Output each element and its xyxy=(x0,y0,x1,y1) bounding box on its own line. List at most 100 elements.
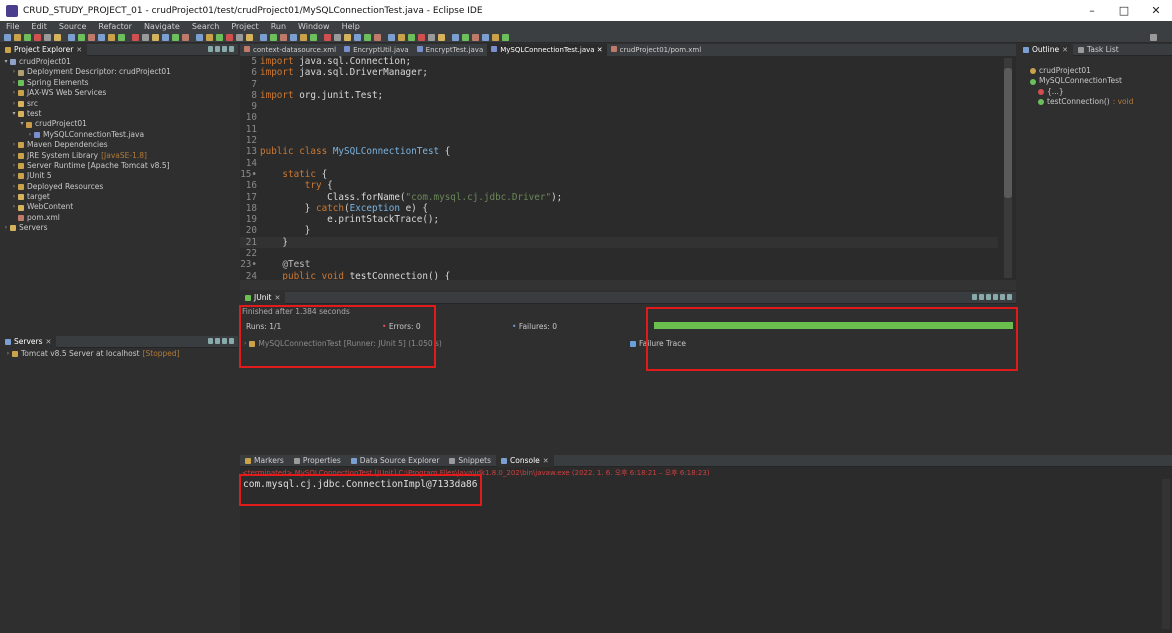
chevron-icon[interactable]: ▾ xyxy=(10,109,18,119)
view-menu-icon[interactable] xyxy=(1007,294,1012,300)
toolbar-button-icon[interactable] xyxy=(438,34,445,41)
menu-refactor[interactable]: Refactor xyxy=(98,22,132,31)
toolbar-button-icon[interactable] xyxy=(216,34,223,41)
tree-item[interactable]: › Maven Dependencies xyxy=(0,140,238,150)
toolbar-button-icon[interactable] xyxy=(364,34,371,41)
outline-item[interactable]: testConnection(): void xyxy=(1018,97,1172,107)
perspective-icon[interactable] xyxy=(1150,34,1157,41)
chevron-icon[interactable]: › xyxy=(2,223,10,233)
code-line[interactable]: 16 try { xyxy=(240,180,998,191)
editor-tab[interactable]: crudProject01/pom.xml xyxy=(607,44,706,56)
toolbar-button-icon[interactable] xyxy=(68,34,75,41)
toolbar-button-icon[interactable] xyxy=(260,34,267,41)
toolbar-button-icon[interactable] xyxy=(172,34,179,41)
chevron-icon[interactable]: ▾ xyxy=(2,57,10,67)
close-icon[interactable]: ✕ xyxy=(595,46,603,54)
tab-servers[interactable]: Servers ✕ xyxy=(0,335,57,348)
code-line[interactable]: 20 } xyxy=(240,225,998,236)
chevron-icon[interactable]: › xyxy=(10,151,18,161)
outline-item[interactable]: {...} xyxy=(1018,87,1172,97)
tab-junit[interactable]: JUnit ✕ xyxy=(240,291,286,304)
tab-outline[interactable]: Outline ✕ xyxy=(1018,43,1074,56)
tree-item[interactable]: › MySQLConnectionTest.java xyxy=(0,130,238,140)
code-line[interactable]: 13 public class MySQLConnectionTest { xyxy=(240,146,998,157)
menu-file[interactable]: File xyxy=(6,22,19,31)
editor-tab[interactable]: EncryptUtil.java xyxy=(340,44,413,56)
code-line[interactable]: 24 public void testConnection() { xyxy=(240,271,998,280)
chevron-right-icon[interactable]: › xyxy=(4,349,12,359)
code-line[interactable]: 14 xyxy=(240,158,998,169)
chevron-icon[interactable]: › xyxy=(10,140,18,150)
close-icon[interactable]: ✕ xyxy=(543,457,549,465)
code-line[interactable]: 23• @Test xyxy=(240,259,998,270)
toolbar-button-icon[interactable] xyxy=(398,34,405,41)
close-icon[interactable]: ✕ xyxy=(1062,46,1068,54)
toolbar-button-icon[interactable] xyxy=(162,34,169,41)
toolbar-button-icon[interactable] xyxy=(236,34,243,41)
tree-item[interactable]: › Deployed Resources xyxy=(0,182,238,192)
toolbar-button-icon[interactable] xyxy=(246,34,253,41)
toolbar-button-icon[interactable] xyxy=(108,34,115,41)
code-line[interactable]: 15• static { xyxy=(240,169,998,180)
menu-navigate[interactable]: Navigate xyxy=(144,22,180,31)
maximize-button[interactable]: □ xyxy=(1108,0,1140,21)
code-line[interactable]: 6 import java.sql.DriverManager; xyxy=(240,67,998,78)
code-line[interactable]: 7 xyxy=(240,79,998,90)
menu-run[interactable]: Run xyxy=(271,22,286,31)
tree-item[interactable]: › target xyxy=(0,192,238,202)
toolbar-button-icon[interactable] xyxy=(492,34,499,41)
toolbar-button-icon[interactable] xyxy=(152,34,159,41)
toolbar-button-icon[interactable] xyxy=(280,34,287,41)
editor-tab[interactable]: context-datasource.xml xyxy=(240,44,340,56)
outline-item[interactable]: crudProject01 xyxy=(1018,66,1172,76)
tree-item[interactable]: ▾ test xyxy=(0,109,238,119)
chevron-icon[interactable]: › xyxy=(10,171,18,181)
toolbar-button-icon[interactable] xyxy=(14,34,21,41)
toolbar-button-icon[interactable] xyxy=(310,34,317,41)
tree-item[interactable]: ▾ crudProject01 xyxy=(0,119,238,129)
close-button[interactable]: ✕ xyxy=(1140,0,1172,21)
toolbar-button-icon[interactable] xyxy=(408,34,415,41)
toolbar-button-icon[interactable] xyxy=(354,34,361,41)
toolbar-button-icon[interactable] xyxy=(44,34,51,41)
view-menu-icon[interactable] xyxy=(229,46,234,52)
menu-source[interactable]: Source xyxy=(59,22,86,31)
toolbar-button-icon[interactable] xyxy=(24,34,31,41)
toolbar-button-icon[interactable] xyxy=(88,34,95,41)
minimize-button[interactable]: – xyxy=(1076,0,1108,21)
outline-item[interactable]: MySQLConnectionTest xyxy=(1018,76,1172,86)
view-menu-icon[interactable] xyxy=(229,338,234,344)
link-icon[interactable] xyxy=(215,46,220,52)
menu-window[interactable]: Window xyxy=(298,22,330,31)
toolbar-button-icon[interactable] xyxy=(54,34,61,41)
toolbar-button-icon[interactable] xyxy=(34,34,41,41)
filter-icon[interactable] xyxy=(222,46,227,52)
tab-console[interactable]: Console ✕ xyxy=(496,454,554,467)
menu-project[interactable]: Project xyxy=(231,22,258,31)
toolbar-button-icon[interactable] xyxy=(452,34,459,41)
chevron-icon[interactable]: › xyxy=(10,67,18,77)
toolbar-button-icon[interactable] xyxy=(300,34,307,41)
tree-item[interactable]: › JAX-WS Web Services xyxy=(0,88,238,98)
toolbar-button-icon[interactable] xyxy=(4,34,11,41)
tab-snippets[interactable]: Snippets xyxy=(444,455,496,467)
history-icon[interactable] xyxy=(1000,294,1005,300)
toolbar-button-icon[interactable] xyxy=(142,34,149,41)
chevron-icon[interactable]: › xyxy=(10,78,18,88)
toolbar-button-icon[interactable] xyxy=(290,34,297,41)
toolbar-button-icon[interactable] xyxy=(206,34,213,41)
debug-icon[interactable] xyxy=(215,338,220,344)
chevron-icon[interactable]: › xyxy=(10,202,18,212)
toolbar-button-icon[interactable] xyxy=(78,34,85,41)
server-row[interactable]: › Tomcat v8.5 Server at localhost [Stopp… xyxy=(0,349,238,359)
chevron-icon[interactable]: › xyxy=(10,182,18,192)
tab-data-source-explorer[interactable]: Data Source Explorer xyxy=(346,455,445,467)
code-line[interactable]: 21 } xyxy=(240,236,998,249)
start-icon[interactable] xyxy=(208,338,213,344)
tab-project-explorer[interactable]: Project Explorer ✕ xyxy=(0,43,88,56)
code-line[interactable]: 8 import org.junit.Test; xyxy=(240,90,998,101)
code-line[interactable]: 9 xyxy=(240,101,998,112)
code-line[interactable]: 11 xyxy=(240,124,998,135)
console-vertical-scrollbar[interactable] xyxy=(1162,479,1170,629)
code-line[interactable]: 19 e.printStackTrace(); xyxy=(240,214,998,225)
